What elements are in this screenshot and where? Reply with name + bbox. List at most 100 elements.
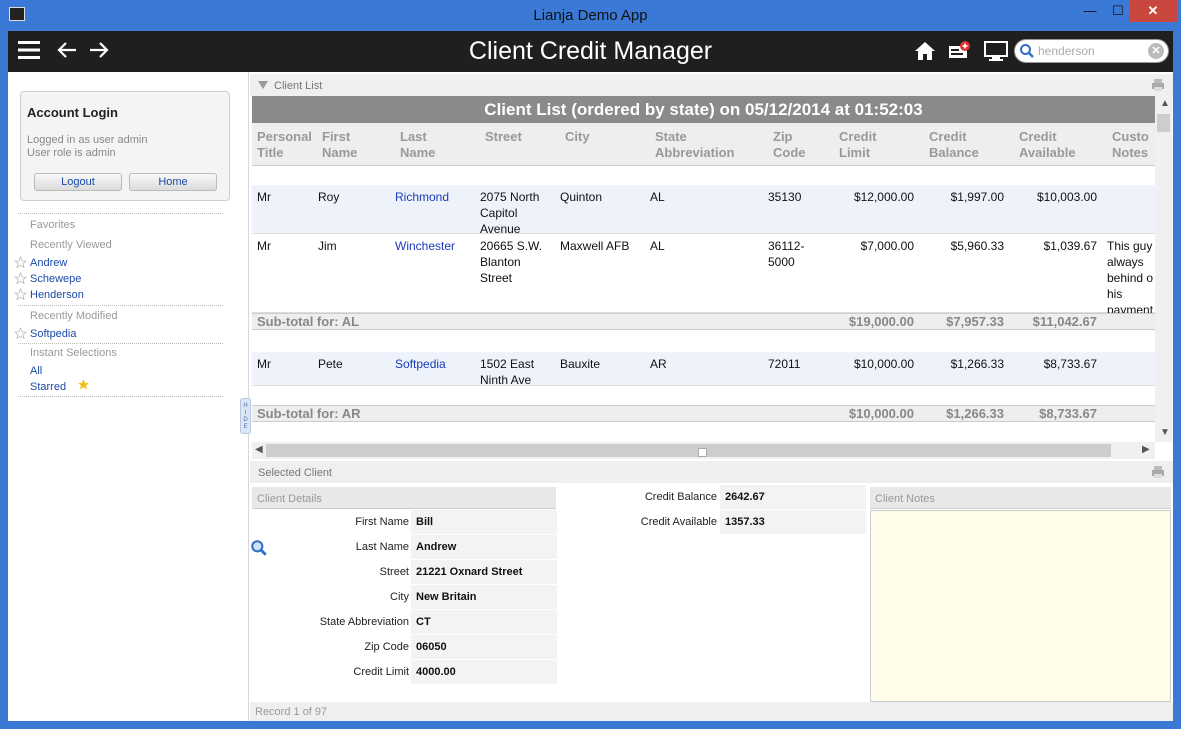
table-row[interactable]: Mr Jim Winchester 20665 S.W. Blanton Street Ma… <box>252 234 1155 317</box>
column-header[interactable]: Last Name <box>400 129 435 161</box>
scroll-thumb[interactable] <box>266 444 1111 457</box>
close-button[interactable]: ✕ <box>1129 0 1177 22</box>
scroll-up-icon[interactable]: ▲ <box>1160 98 1170 109</box>
login-role-text: User role is admin <box>27 147 116 159</box>
selection-all[interactable]: All <box>30 365 42 377</box>
modified-item-softpedia[interactable]: Softpedia <box>30 328 76 340</box>
print-icon[interactable] <box>1151 465 1165 479</box>
cell-last-name[interactable]: Winchester <box>395 238 455 254</box>
star-outline-icon[interactable] <box>14 288 27 301</box>
divider <box>18 396 223 397</box>
field-value[interactable]: 2642.67 <box>720 485 866 509</box>
selected-client-header: Selected Client <box>250 461 1173 483</box>
scroll-left-icon[interactable]: ◀ <box>255 444 263 455</box>
field-value[interactable]: Bill <box>411 510 557 534</box>
login-title: Account Login <box>27 105 118 120</box>
column-header[interactable]: Zip Code <box>773 129 806 161</box>
horizontal-scrollbar[interactable]: ◀ ▶ <box>252 442 1155 459</box>
field-value[interactable]: 4000.00 <box>411 660 557 684</box>
star-outline-icon[interactable] <box>14 256 27 269</box>
column-header[interactable]: Credit Available <box>1019 129 1076 161</box>
recent-item-henderson[interactable]: Henderson <box>30 289 84 301</box>
detail-field-row: Street 21221 Oxnard Street <box>252 560 557 584</box>
cell-zip-line: 35130 <box>768 190 802 204</box>
table-row[interactable]: Mr Pete Softpedia 1502 East Ninth Ave Bauxite… <box>252 352 1155 388</box>
table-row[interactable]: Mr Roy Richmond 2075 North Capitol Avenue Quin… <box>252 185 1155 236</box>
column-header-line: Zip <box>773 129 793 144</box>
column-header[interactable]: City <box>565 129 590 145</box>
cell-zip: 36112- 5000 <box>768 238 828 270</box>
field-label: Zip Code <box>364 641 409 653</box>
selected-client-label: Selected Client <box>258 467 332 479</box>
cell-credit-balance: $1,997.00 <box>950 190 1004 204</box>
column-header[interactable]: Personal Title <box>257 129 312 161</box>
cell-street-line: Capitol <box>480 206 518 220</box>
search-input[interactable] <box>1038 43 1138 59</box>
star-outline-icon[interactable] <box>14 272 27 285</box>
column-header-line: Code <box>773 145 806 160</box>
account-login-panel: Account Login Logged in as user admin Us… <box>20 91 230 201</box>
scroll-right-icon[interactable]: ▶ <box>1142 444 1150 455</box>
cell-zip-line: 36112- <box>768 239 805 253</box>
sidebar: Account Login Logged in as user admin Us… <box>8 72 251 721</box>
monitor-icon[interactable] <box>984 40 1008 62</box>
app-header: Client Credit Manager ✕ <box>8 31 1173 72</box>
field-value[interactable]: Andrew <box>411 535 557 559</box>
search-box[interactable]: ✕ <box>1014 39 1169 63</box>
column-header-line: City <box>565 129 590 144</box>
field-value[interactable]: 21221 Oxnard Street <box>411 560 557 584</box>
field-value[interactable]: 06050 <box>411 635 557 659</box>
client-notes-field[interactable] <box>870 510 1171 702</box>
star-outline-icon[interactable] <box>14 327 27 340</box>
home-button[interactable]: Home <box>129 173 217 191</box>
scroll-grip <box>698 448 707 457</box>
home-icon[interactable] <box>914 40 936 62</box>
favorites-heading: Favorites <box>30 219 76 231</box>
detail-field-row: Zip Code 06050 <box>252 635 557 659</box>
column-header-line: Credit <box>1019 129 1057 144</box>
collapse-triangle-icon[interactable] <box>258 81 268 89</box>
scroll-down-icon[interactable]: ▼ <box>1160 427 1170 438</box>
scroll-thumb[interactable] <box>1157 114 1170 132</box>
vertical-scrollbar[interactable]: ▲ ▼ <box>1155 96 1172 442</box>
recent-item-andrew[interactable]: Andrew <box>30 257 67 269</box>
print-icon[interactable] <box>1151 78 1165 92</box>
logout-button[interactable]: Logout <box>34 173 122 191</box>
column-header-line: First <box>322 129 351 144</box>
subtotal-available: $8,733.67 <box>1039 406 1097 421</box>
clear-search-icon[interactable]: ✕ <box>1148 43 1164 59</box>
column-header[interactable]: Custo Notes <box>1112 129 1149 161</box>
column-header[interactable]: Street <box>485 129 522 145</box>
cell-city: Maxwell AFB <box>560 239 630 253</box>
field-value[interactable]: New Britain <box>411 585 557 609</box>
subtotal-limit: $19,000.00 <box>848 314 914 329</box>
subtotal-row: Sub-total for: AR $10,000.00 $1,266.33 $8,7… <box>252 405 1155 422</box>
cell-street: 1502 East Ninth Ave <box>480 356 560 388</box>
column-header-line: Available <box>1019 145 1076 160</box>
field-label: Street <box>379 566 409 578</box>
cell-zip-line: 5000 <box>768 255 795 269</box>
column-header-line: Limit <box>839 145 871 160</box>
recent-item-schewepe[interactable]: Schewepe <box>30 273 81 285</box>
column-header[interactable]: Credit Balance <box>929 129 979 161</box>
cell-notes-line: always <box>1107 255 1144 269</box>
notifications-icon[interactable] <box>948 40 970 62</box>
cell-last-name[interactable]: Richmond <box>395 189 449 205</box>
subtotal-row: Sub-total for: AL $19,000.00 $7,957.33 $11,… <box>252 313 1155 330</box>
cell-city: Bauxite <box>560 357 601 371</box>
cell-street-line: 20665 S.W. <box>480 239 543 253</box>
field-label: City <box>390 591 409 603</box>
subtotal-available: $11,042.67 <box>1032 314 1097 329</box>
minimize-button[interactable]: — <box>1075 0 1105 22</box>
column-header-line: Personal <box>257 129 312 144</box>
column-header-line: Title <box>257 145 284 160</box>
cell-zip: 72011 <box>768 356 828 372</box>
cell-last-name[interactable]: Softpedia <box>395 356 446 372</box>
column-header[interactable]: Credit Limit <box>839 129 877 161</box>
balance-field-row: Credit Available 1357.33 <box>558 510 868 534</box>
column-header[interactable]: State Abbreviation <box>655 129 734 161</box>
field-value[interactable]: CT <box>411 610 557 634</box>
column-header[interactable]: First Name <box>322 129 357 161</box>
selection-starred[interactable]: Starred <box>30 381 66 393</box>
field-value[interactable]: 1357.33 <box>720 510 866 534</box>
